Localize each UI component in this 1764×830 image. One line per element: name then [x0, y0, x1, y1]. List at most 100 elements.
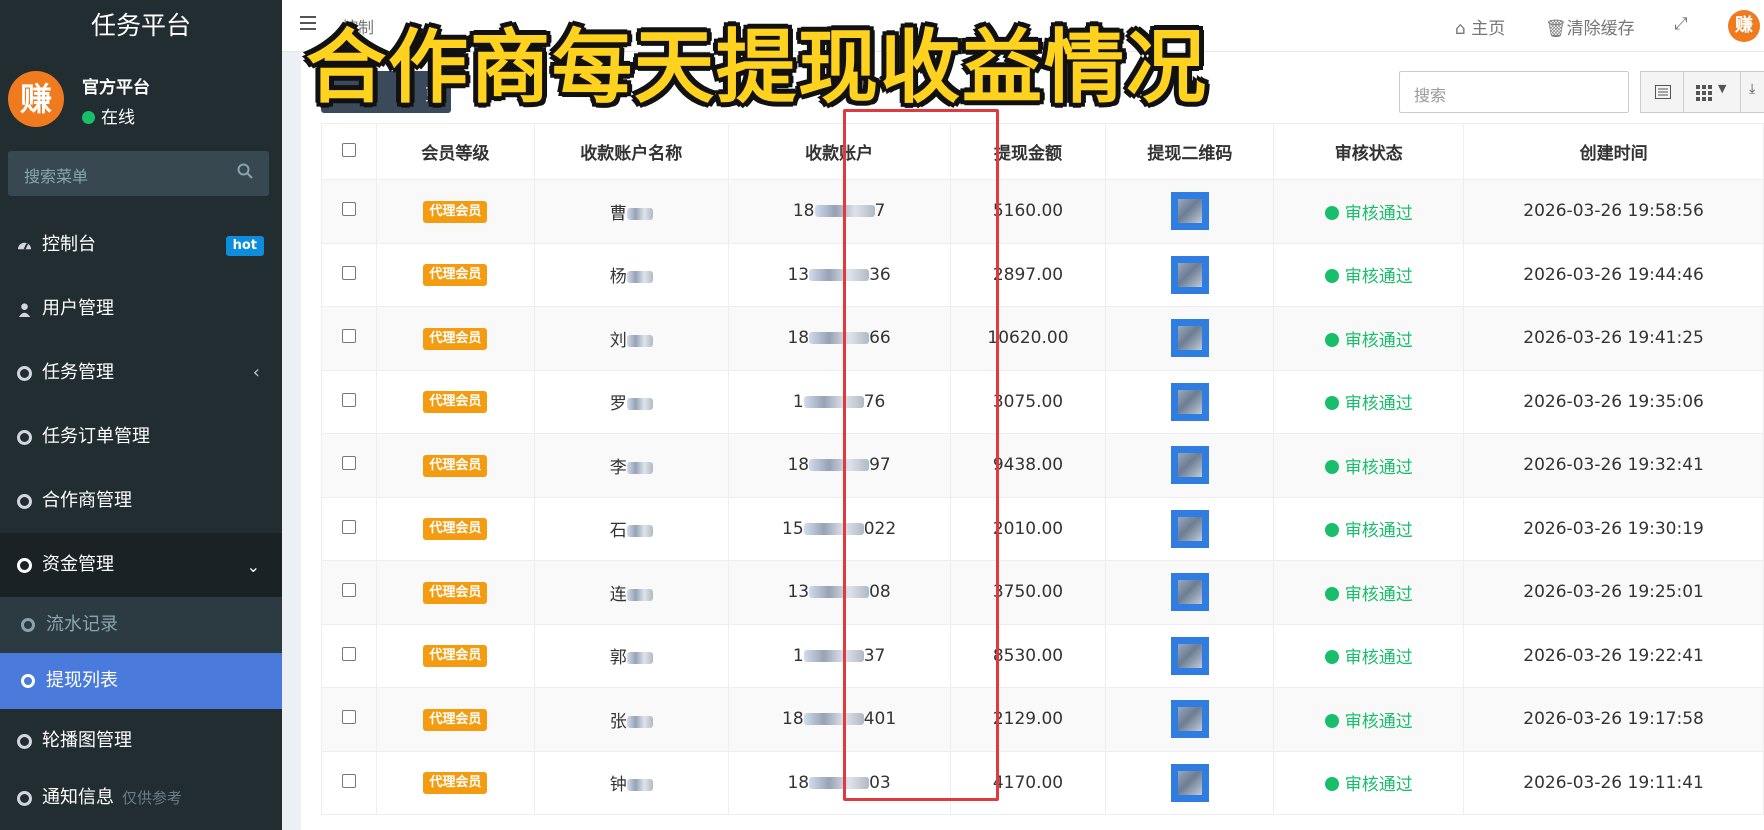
row-checkbox[interactable] — [341, 202, 356, 217]
qrcode-image[interactable] — [1170, 636, 1209, 675]
row-checkbox[interactable] — [341, 583, 356, 598]
sidebar-search-input[interactable]: 搜索菜单 — [8, 151, 269, 196]
toggle-view-button[interactable] — [1640, 71, 1684, 113]
row-checkbox[interactable] — [341, 646, 356, 661]
column-header[interactable]: 收款账户 — [727, 123, 951, 180]
table-row[interactable]: 代理会员 郭 1 37 8530.00 审核通过 2026-03-26 19:22:41 — [321, 623, 1764, 688]
sidebar-item-label: 控制台 — [42, 234, 96, 255]
qrcode-cell — [1105, 496, 1275, 561]
table-row[interactable]: 代理会员钟 18 03 4170.00 审核通过 2026-03-26 19:11:41 — [321, 750, 1764, 815]
search-icon[interactable] — [237, 163, 253, 179]
select-all-cell — [321, 123, 377, 180]
created-time-cell: 2026-03-26 19:41:25 — [1463, 306, 1764, 371]
list-icon — [1655, 85, 1671, 99]
account-cell: 1 37 — [727, 623, 951, 688]
row-checkbox[interactable] — [341, 265, 356, 280]
row-checkbox[interactable] — [341, 710, 356, 725]
circle-icon — [21, 674, 35, 688]
status-cell: 审核通过 — [1273, 496, 1465, 561]
masked-text — [803, 713, 864, 726]
sidebar-item-banners[interactable]: 轮播图管理 — [0, 709, 282, 773]
row-checkbox[interactable] — [341, 519, 356, 534]
created-time-cell: 2026-03-26 19:22:41 — [1463, 623, 1764, 688]
sidebar-item-finance[interactable]: 资金管理 ⌄ — [0, 533, 282, 597]
table-row[interactable]: 代理会员 连 13 08 3750.00 审核通过 2026-03-26 19:25:01 — [321, 560, 1764, 625]
sidebar-item-notices[interactable]: 通知信息 仅供参考 — [0, 773, 282, 823]
qrcode-image[interactable] — [1170, 573, 1209, 612]
sidebar: 任务平台 赚 官方平台 在线 搜索菜单 控制台 hot 用户管理 任务管理 ‹ … — [0, 0, 282, 830]
export-button[interactable]: ⤓ — [1740, 71, 1764, 113]
masked-text — [809, 268, 870, 281]
status-label: 审核通过 — [1344, 711, 1413, 732]
avatar: 赚 — [8, 71, 64, 127]
fullscreen-icon[interactable]: ⤢ — [1674, 14, 1688, 34]
top-avatar[interactable]: 赚 — [1728, 10, 1760, 42]
sidebar-subitem-flow-records[interactable]: 流水记录 — [0, 597, 282, 653]
column-header[interactable]: 创建时间 — [1463, 123, 1764, 180]
account-cell: 18 66 — [727, 306, 951, 371]
sidebar-item-task-orders[interactable]: 任务订单管理 — [0, 405, 282, 469]
row-select-cell — [321, 687, 377, 752]
status-cell: 审核通过 — [1273, 179, 1465, 244]
overlay-title: 合作商每天提现收益情况 — [306, 21, 1208, 114]
row-checkbox[interactable] — [341, 773, 356, 788]
trash-icon: 🗑 — [1545, 19, 1567, 39]
sidebar-menu: 控制台 hot 用户管理 任务管理 ‹ 任务订单管理 合作商管理 资金管理 ⌄ — [0, 213, 282, 823]
qrcode-image[interactable] — [1170, 509, 1209, 548]
table-row[interactable]: 代理会员 张 18 401 2129.00 审核通过 2026-03-26 19:17:58 — [321, 687, 1764, 752]
column-header[interactable]: 审核状态 — [1273, 123, 1465, 180]
qrcode-image[interactable] — [1170, 319, 1209, 358]
qrcode-image[interactable] — [1170, 763, 1209, 802]
table-search-input[interactable]: 搜索 — [1399, 71, 1629, 113]
status-dot-icon — [1324, 269, 1339, 284]
qrcode-image[interactable] — [1170, 446, 1209, 485]
row-select-cell — [321, 306, 377, 371]
row-checkbox[interactable] — [341, 392, 356, 407]
row-checkbox[interactable] — [341, 329, 356, 344]
qrcode-image[interactable] — [1170, 382, 1209, 421]
table-row[interactable]: 代理会员 杨 13 36 2897.00 审核通过 2026-03-26 19:44:46 — [321, 242, 1764, 307]
home-link[interactable]: ⌂ 主页 — [1455, 14, 1505, 39]
column-header[interactable]: 收款账户名称 — [533, 123, 729, 180]
column-header[interactable]: 提现金额 — [949, 123, 1107, 180]
qrcode-cell — [1105, 687, 1275, 752]
select-all-checkbox[interactable] — [341, 142, 356, 157]
sidebar-item-dashboard[interactable]: 控制台 hot — [0, 213, 282, 277]
clear-cache-link[interactable]: 🗑清除缓存 — [1545, 14, 1635, 39]
table-row[interactable]: 代理会员李 18 97 9438.00 审核通过 2026-03-26 19:32:41 — [321, 433, 1764, 498]
user-panel: 赚 官方平台 在线 — [0, 55, 282, 145]
column-header[interactable]: 会员等级 — [375, 123, 535, 180]
qrcode-image[interactable] — [1170, 192, 1209, 231]
table-row[interactable]: 代理会员 石 15 022 2010.00 审核通过 2026-03-26 19:30:19 — [321, 496, 1764, 561]
columns-dropdown-button[interactable]: ▼ — [1683, 71, 1741, 113]
table-row[interactable]: 代理会员 曹 18 7 5160.00 审核通过 2026-03-26 19:58:56 — [321, 179, 1764, 244]
qrcode-cell — [1105, 623, 1275, 688]
sidebar-item-tasks[interactable]: 任务管理 ‹ — [0, 341, 282, 405]
status-label: 审核通过 — [1344, 203, 1413, 224]
account-name: 刘 — [609, 330, 627, 351]
circle-icon — [21, 618, 35, 632]
qrcode-cell — [1105, 750, 1275, 815]
sidebar-item-users[interactable]: 用户管理 — [0, 277, 282, 341]
table-row[interactable]: 代理会员 罗 1 76 3075.00 审核通过 2026-03-26 19:35:06 — [321, 369, 1764, 434]
account-prefix: 18 — [787, 328, 810, 349]
row-checkbox[interactable] — [341, 456, 356, 471]
dashboard-icon — [17, 242, 32, 250]
sidebar-item-label: 资金管理 — [42, 554, 114, 575]
sidebar-subitem-withdraw-list[interactable]: 提现列表 — [0, 653, 282, 709]
withdraw-amount: 8530.00 — [992, 645, 1064, 666]
qrcode-image[interactable] — [1170, 255, 1209, 294]
column-header[interactable]: 提现二维码 — [1105, 123, 1275, 180]
brand-title[interactable]: 任务平台 — [0, 0, 282, 55]
withdraw-amount: 3075.00 — [992, 391, 1064, 412]
level-cell: 代理会员 — [375, 433, 535, 498]
qrcode-image[interactable] — [1170, 700, 1209, 739]
sidebar-item-partners[interactable]: 合作商管理 — [0, 469, 282, 533]
created-time: 2026-03-26 19:32:41 — [1523, 455, 1704, 476]
table-row[interactable]: 代理会员刘 18 66 10620.00 审核通过 2026-03-26 19:41:25 — [321, 306, 1764, 371]
created-time: 2026-03-26 19:44:46 — [1523, 264, 1704, 285]
status-dot-icon — [1324, 650, 1339, 665]
status-badge: 审核通过 — [1324, 331, 1413, 351]
masked-text — [809, 586, 870, 599]
member-level-badge: 代理会员 — [423, 327, 488, 350]
